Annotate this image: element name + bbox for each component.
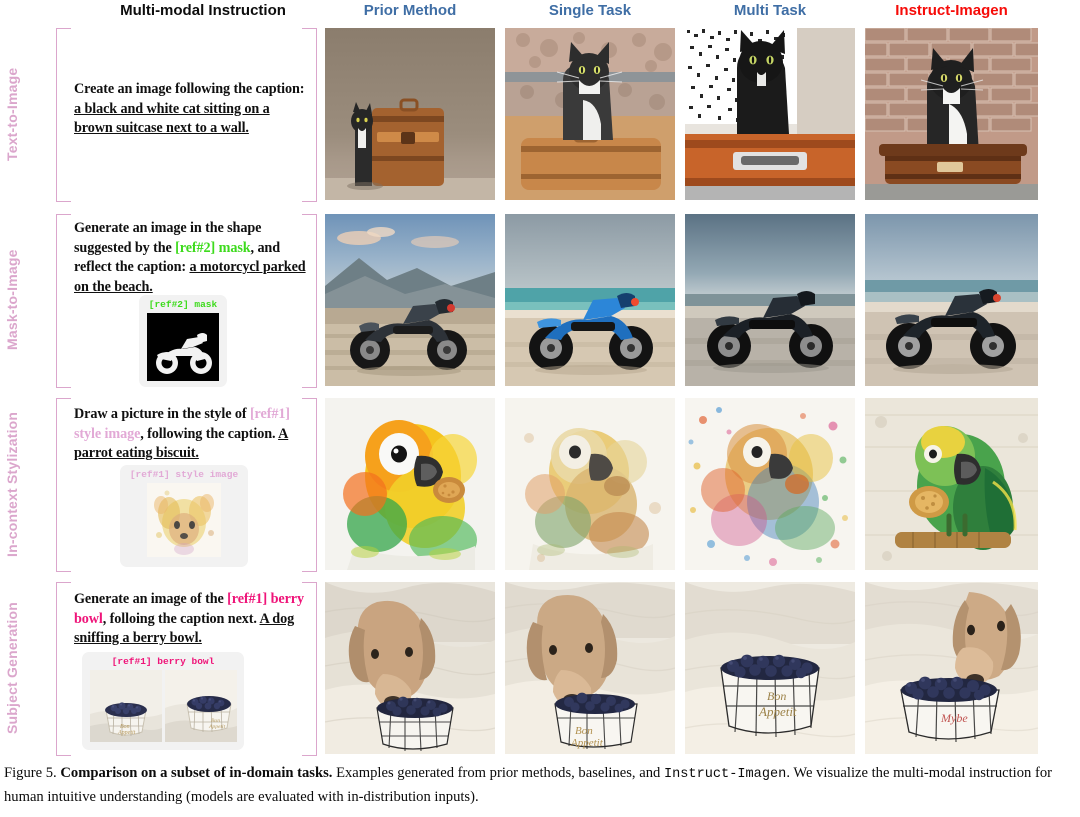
image-parrot-single (505, 398, 675, 570)
result-image-row2-imagen (865, 214, 1038, 386)
svg-text:Appetit: Appetit (117, 730, 136, 736)
result-image-row1-single (505, 28, 675, 200)
caption-model-name: Instruct-Imagen (663, 767, 787, 782)
instruction-part-plain: Generate an image of the (74, 591, 228, 607)
image-parrot-imagen (865, 398, 1038, 570)
image-cat-prior (325, 28, 495, 200)
reference-card-mask: [ref#2] mask (139, 295, 227, 387)
task-label-in-context-stylization: In-context Stylization (4, 411, 20, 557)
image-motorcycle-multi (685, 214, 855, 386)
instruction-text-row-1: Create an image following the caption: a… (74, 80, 306, 139)
reference-label-mask: [ref#2] mask (148, 299, 218, 310)
reference-image-mask (147, 313, 219, 381)
svg-text:Appetit: Appetit (570, 737, 604, 749)
instruction-part-caption: a black and white cat sitting on a brown… (74, 100, 270, 137)
image-motorcycle-single (505, 214, 675, 386)
instruction-text-row-4: Generate an image of the [ref#1] berry b… (74, 590, 306, 649)
svg-text:Bon: Bon (767, 689, 786, 703)
caption-figure-number: Figure 5. (4, 765, 61, 781)
instruction-text-row-2: Generate an image in the shape suggested… (74, 219, 306, 297)
result-image-row3-imagen (865, 398, 1038, 570)
reference-image-style (147, 483, 221, 557)
instruction-part-plain2: , following the caption. (140, 425, 279, 442)
bracket-left-row-3 (56, 398, 71, 572)
image-dog-bowl-multi: Bon Appetit (685, 582, 855, 754)
result-image-row2-multi (685, 214, 855, 386)
svg-text:Bon: Bon (575, 725, 593, 737)
column-header-instruction: Multi-modal Instruction (120, 2, 286, 19)
instruction-part-plain: Draw a picture in the style of (74, 406, 250, 422)
image-cat-single (505, 28, 675, 200)
result-image-row3-single (505, 398, 675, 570)
image-dog-bowl-prior (325, 582, 495, 754)
result-image-row1-imagen (865, 28, 1038, 200)
figure-caption: Figure 5. Comparison on a subset of in-d… (4, 762, 1076, 808)
instruction-part-plain2: , folloing the caption next. (102, 610, 260, 627)
image-parrot-prior (325, 398, 495, 570)
column-header-instruct-imagen: Instruct-Imagen (895, 2, 1008, 19)
column-header-row: Multi-modal Instruction Prior Method Sin… (0, 0, 1080, 22)
image-dog-bowl-imagen: Mybe (865, 582, 1038, 754)
result-image-row1-prior (325, 28, 495, 200)
image-cat-multi (685, 28, 855, 200)
task-label-mask-to-image: Mask-to-Image (4, 249, 20, 351)
svg-text:Appetit: Appetit (758, 704, 797, 719)
reference-label-subject: [ref#1] berry bowl (111, 656, 215, 667)
result-image-row4-single: Bon Appetit (505, 582, 675, 754)
image-motorcycle-prior (325, 214, 495, 386)
motorcycle-mask-silhouette (147, 313, 219, 381)
image-parrot-multi (685, 398, 855, 570)
reference-image-pair: Bon Appetit Bon Appetit (89, 670, 237, 742)
reference-image-berry-bowl-1: Bon Appetit (89, 670, 162, 742)
result-image-row4-prior (325, 582, 495, 754)
svg-text:Mybe: Mybe (940, 711, 968, 725)
caption-title: Comparison on a subset of in-domain task… (60, 765, 333, 781)
reference-card-subject: [ref#1] berry bowl Bon Appetit Bon Appet… (82, 652, 244, 750)
svg-text:Appetit: Appetit (208, 724, 226, 730)
image-motorcycle-imagen (865, 214, 1038, 386)
caption-body: Examples generated from prior methods, b… (332, 765, 664, 781)
column-header-prior-method: Prior Method (363, 2, 457, 19)
column-header-single-task: Single Task (548, 2, 632, 19)
bracket-left-row-4 (56, 582, 71, 756)
bracket-left-row-2 (56, 214, 71, 388)
instruction-text-row-3: Draw a picture in the style of [ref#1] s… (74, 405, 306, 464)
watercolor-dog-style-thumbnail (147, 483, 221, 557)
berry-bowl-photo-2: Bon Appetit (164, 670, 237, 742)
instruction-ref-tag-mask: [ref#2] mask (175, 239, 251, 256)
bracket-left-row-1 (56, 28, 71, 202)
berry-bowl-photo-1: Bon Appetit (89, 670, 162, 742)
result-image-row4-imagen: Mybe (865, 582, 1038, 754)
column-header-multi-task: Multi Task (733, 2, 807, 19)
image-cat-imagen (865, 28, 1038, 200)
result-image-row3-multi (685, 398, 855, 570)
reference-card-style: [ref#1] style image (120, 465, 248, 567)
result-image-row2-prior (325, 214, 495, 386)
result-image-row3-prior (325, 398, 495, 570)
result-image-row2-single (505, 214, 675, 386)
reference-image-berry-bowl-2: Bon Appetit (164, 670, 237, 742)
result-image-row1-multi (685, 28, 855, 200)
reference-label-style: [ref#1] style image (129, 469, 239, 480)
result-image-row4-multi: Bon Appetit (685, 582, 855, 754)
figure-container: Multi-modal Instruction Prior Method Sin… (0, 0, 1080, 817)
instruction-part-plain: Create an image following the caption: (74, 81, 305, 97)
task-label-text-to-image: Text-to-Image (4, 67, 20, 161)
task-label-subject-generation: Subject Generation (4, 602, 20, 734)
image-dog-bowl-single: Bon Appetit (505, 582, 675, 754)
caption-period: . (786, 765, 790, 781)
